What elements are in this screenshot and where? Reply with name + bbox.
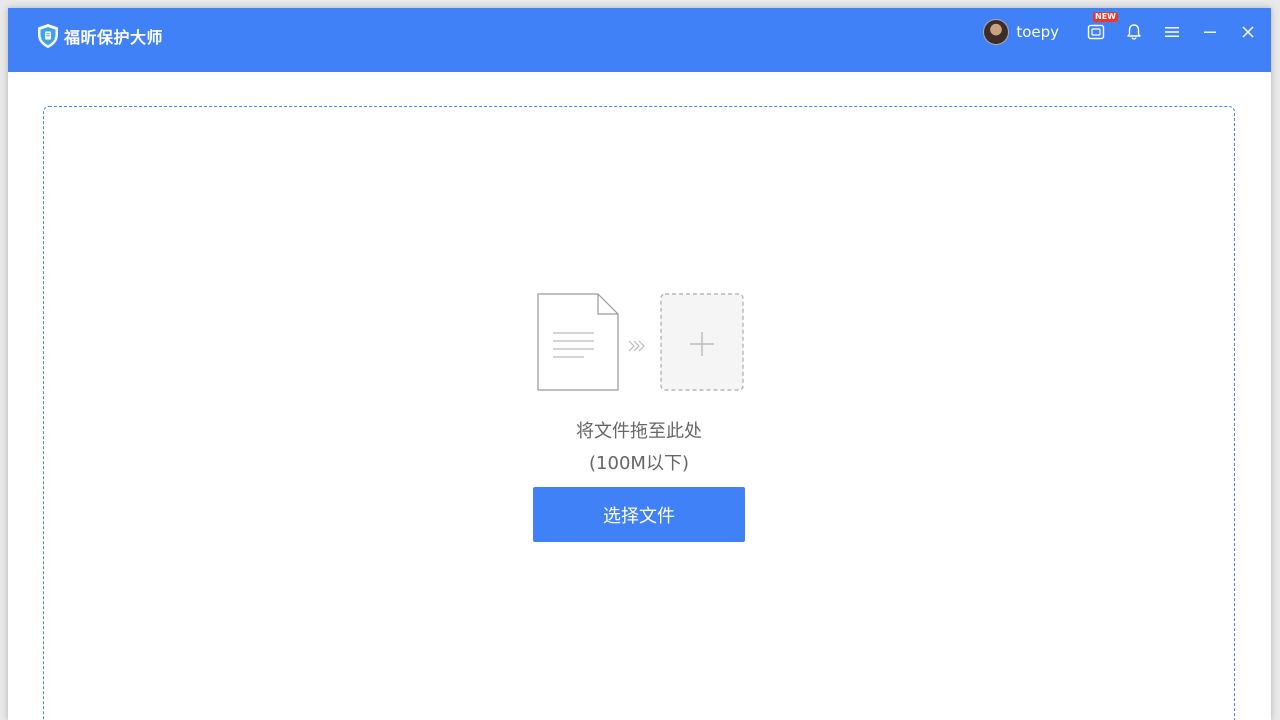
app-title: 福昕保护大师 (64, 28, 164, 47)
avatar[interactable] (983, 19, 1010, 45)
arrow-icon (628, 340, 645, 352)
user-account[interactable]: toepy (983, 19, 1059, 45)
username[interactable]: toepy (1016, 23, 1059, 41)
promo-button[interactable]: NEW (1077, 8, 1118, 56)
document-icon (537, 293, 619, 391)
title-bar[interactable]: 福昕保护大师 toepy NEW (8, 8, 1271, 72)
main-content: 将文件拖至此处 (100M以下) 选择文件 (8, 72, 1271, 720)
close-icon (1242, 26, 1254, 38)
file-drop-zone[interactable]: 将文件拖至此处 (100M以下) 选择文件 (43, 106, 1235, 720)
size-limit-text: (100M以下) (589, 453, 689, 474)
promo-icon (1087, 24, 1105, 40)
notification-button[interactable] (1115, 8, 1153, 56)
drop-hint-text: 将文件拖至此处 (576, 421, 702, 442)
add-target-icon (660, 293, 744, 391)
minimize-button[interactable] (1191, 8, 1229, 56)
app-window: 福昕保护大师 toepy NEW 将文件拖至此处 (100M以下) 选择文件 (8, 8, 1271, 720)
bell-icon (1127, 24, 1141, 40)
brand: 福昕保护大师 (36, 22, 163, 50)
menu-icon (1165, 27, 1179, 37)
menu-button[interactable] (1153, 8, 1191, 56)
shield-logo-icon (38, 24, 58, 48)
minimize-icon (1204, 31, 1216, 33)
select-file-button[interactable]: 选择文件 (533, 487, 745, 542)
close-button[interactable] (1229, 8, 1267, 56)
drag-file-illustration (537, 293, 744, 391)
titlebar-controls: toepy NEW (983, 8, 1271, 56)
